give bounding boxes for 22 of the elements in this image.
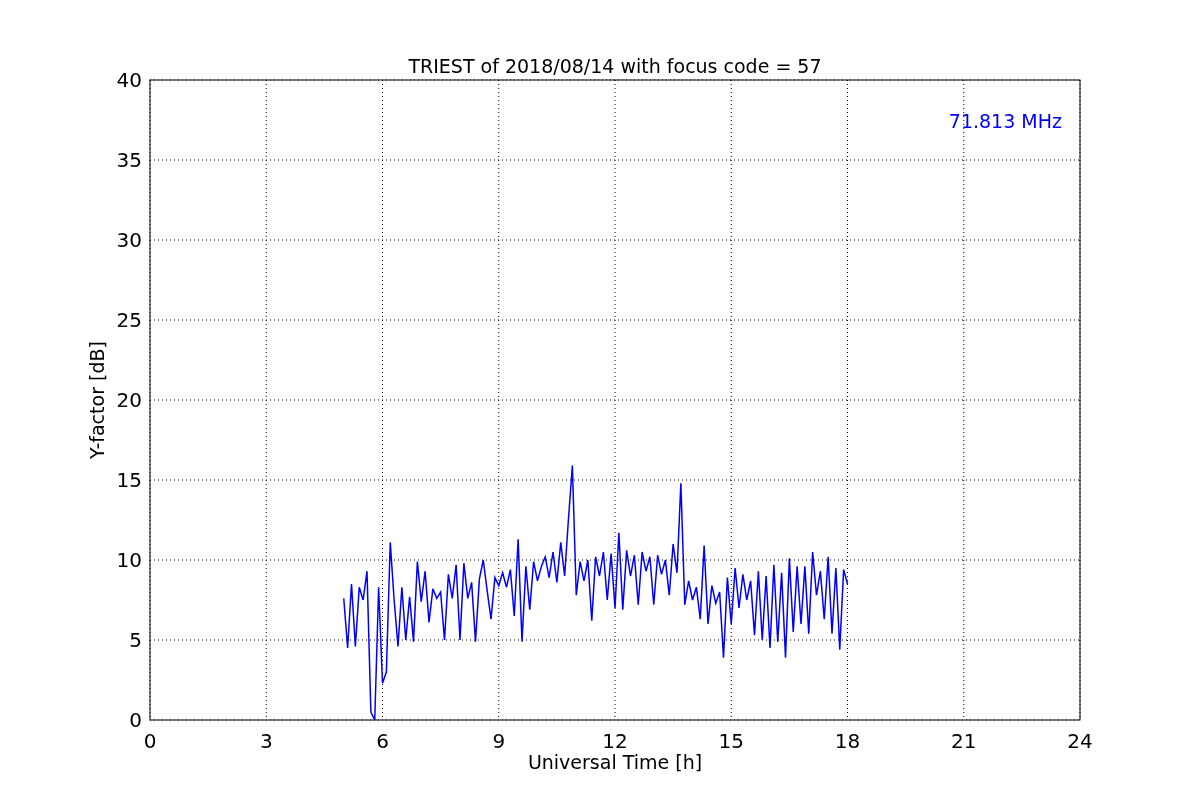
y-tick-label: 0 [129, 708, 142, 732]
x-axis-label: Universal Time [h] [527, 751, 703, 773]
y-tick-label: 20 [116, 388, 142, 412]
x-tick-label: 3 [259, 729, 273, 753]
y-tick-label: 25 [116, 308, 142, 332]
x-tick-label: 15 [718, 729, 744, 753]
x-tick-label: 6 [376, 729, 389, 753]
y-tick-label: 10 [116, 548, 142, 572]
x-tick-label: 9 [492, 729, 506, 753]
y-tick-label: 40 [116, 68, 142, 92]
y-tick-label: 35 [116, 148, 142, 172]
x-tick-label: 0 [143, 729, 157, 753]
y-tick-label: 15 [116, 468, 142, 492]
x-tick-label: 24 [1067, 729, 1093, 753]
y-tick-label: 30 [116, 228, 142, 252]
y-tick-label: 5 [129, 628, 142, 652]
y-axis-label: Y-factor [dB] [86, 341, 108, 459]
x-tick-label: 21 [951, 729, 977, 753]
frequency-label: 71.813 MHz [948, 110, 1062, 132]
x-tick-label: 12 [602, 729, 628, 753]
chart-title: TRIEST of 2018/08/14 with focus code = 57 [408, 55, 822, 77]
x-tick-label: 18 [834, 729, 861, 753]
